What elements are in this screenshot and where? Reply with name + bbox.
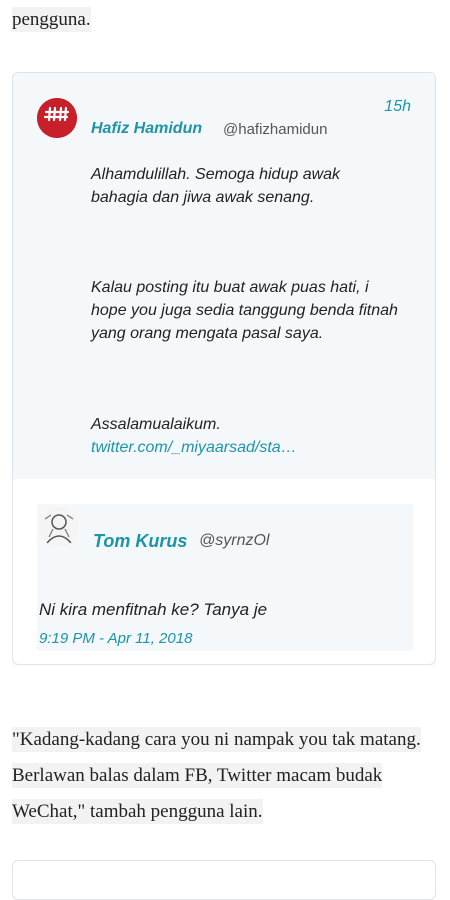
tweet-text: Assalamualaikum. twitter.com/_miyaarsad/… [91,413,401,459]
tweet-main: Hafiz Hamidun @hafizhamidun 15h Alhamdul… [13,73,435,479]
embedded-tweet[interactable]: Hafiz Hamidun @hafizhamidun 15h Alhamdul… [12,72,436,665]
avatar[interactable] [37,98,77,138]
paragraph-line: Berlawan balas dalam FB, Twitter macam b… [12,763,383,788]
quoted-date[interactable]: 9:19 PM - Apr 11, 2018 [39,630,192,647]
tweet-timestamp[interactable]: 15h [384,98,411,116]
quoted-author-name[interactable]: Tom Kurus [93,531,187,552]
quoted-author-handle[interactable]: @syrnzOl [199,532,269,550]
tweet-signoff: Assalamualaikum. [91,416,221,433]
article-paragraph: "Kadang-kadang cara you ni nampak you ta… [12,722,438,830]
paragraph-line: "Kadang-kadang cara you ni nampak you ta… [12,727,421,752]
tweet-text: Alhamdulillah. Semoga hidup awak bahagia… [91,166,341,206]
paragraph-line: WeChat," tambah pengguna lain. [12,799,263,824]
avatar[interactable] [39,507,79,547]
quoted-tweet[interactable]: Tom Kurus @syrnzOl Ni kira menfitnah ke?… [37,504,413,651]
embedded-tweet[interactable] [12,860,436,900]
quoted-text: Ni kira menfitnah ke? Tanya je [39,600,268,619]
tweet-text: Kalau posting itu buat awak puas hati, i… [91,279,398,342]
article-paragraph: pengguna. [12,2,438,38]
tweet-link[interactable]: twitter.com/_miyaarsad/sta… [91,436,401,459]
tom-kurus-avatar-icon [39,507,79,547]
paragraph-text: pengguna. [12,7,91,32]
tweet-author-handle[interactable]: @hafizhamidun [223,121,327,138]
hafiz-logo-icon [37,98,77,138]
tweet-author-name[interactable]: Hafiz Hamidun [91,120,202,138]
